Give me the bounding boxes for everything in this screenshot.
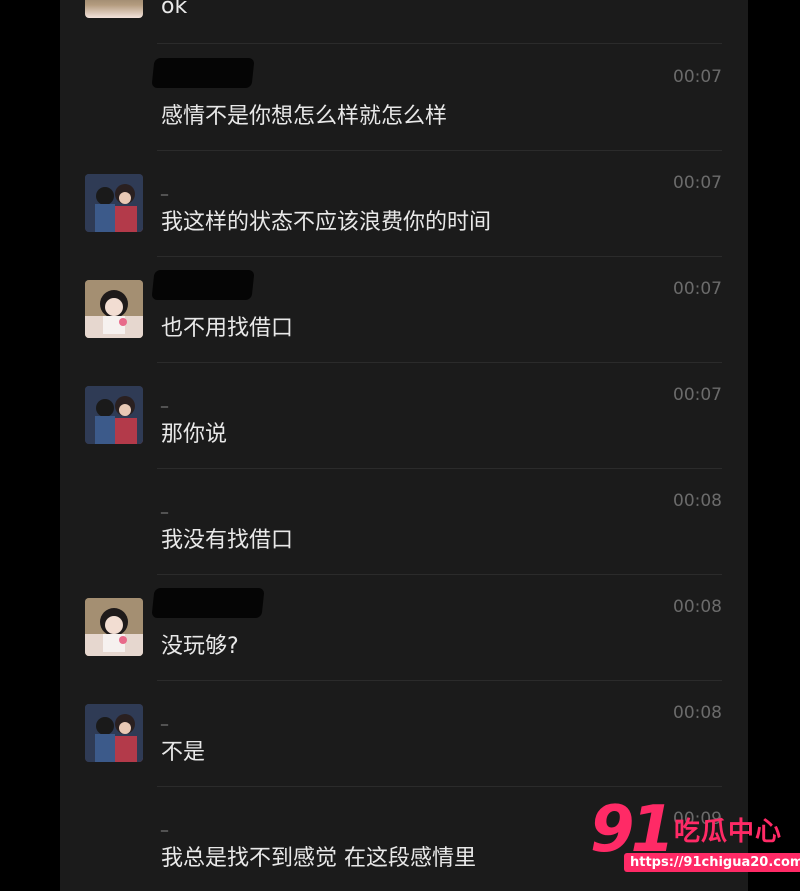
avatar-photo <box>85 280 143 338</box>
avatar-photo <box>85 598 143 656</box>
message-text: 没玩够? <box>161 634 239 659</box>
redacted-name <box>151 270 255 300</box>
message-text: ok <box>161 0 188 19</box>
sender-name: _ <box>161 816 168 832</box>
redacted-name <box>151 588 265 618</box>
message-row[interactable]: 00:07 也不用找借口 <box>60 256 748 362</box>
message-text: 也不用找借口 <box>161 316 294 341</box>
avatar[interactable] <box>85 704 143 762</box>
avatar[interactable] <box>85 174 143 232</box>
sender-name: _ <box>161 180 168 196</box>
sender-name: _ <box>161 710 168 726</box>
avatar[interactable] <box>85 280 143 338</box>
message-row[interactable]: 00:07 感情不是你想怎么样就怎么样 <box>60 44 748 150</box>
message-time: 00:07 <box>673 67 722 87</box>
avatar[interactable] <box>85 598 143 656</box>
avatar-photo <box>85 386 143 444</box>
watermark-url: https://91chigua20.com <box>624 853 800 872</box>
avatar[interactable] <box>85 0 143 18</box>
sender-name: _ <box>161 498 168 514</box>
watermark-brand: 吃瓜中心 <box>674 817 783 847</box>
sender-name: _ <box>161 392 168 408</box>
message-time: 00:08 <box>673 597 722 617</box>
message-time: 00:07 <box>673 279 722 299</box>
avatar[interactable] <box>85 386 143 444</box>
message-row[interactable]: _ 00:08 我没有找借口 <box>60 468 748 574</box>
avatar-photo <box>85 704 143 762</box>
message-time: 00:07 <box>673 385 722 405</box>
message-time: 00:08 <box>673 491 722 511</box>
message-time: 00:08 <box>673 703 722 723</box>
message-text: 我这样的状态不应该浪费你的时间 <box>161 210 492 235</box>
message-time: 00:07 <box>673 173 722 193</box>
message-row[interactable]: _ 00:08 不是 <box>60 680 748 786</box>
message-row[interactable]: _ 00:07 那你说 <box>60 362 748 468</box>
message-text: 感情不是你想怎么样就怎么样 <box>161 104 448 129</box>
message-row[interactable]: _ 00:07 我这样的状态不应该浪费你的时间 <box>60 150 748 256</box>
avatar-photo <box>85 174 143 232</box>
message-text: 我没有找借口 <box>161 528 294 553</box>
watermark-logo: 91 吃瓜中心 https://91chigua20.com <box>590 793 800 881</box>
message-text: 不是 <box>161 740 206 765</box>
redacted-name <box>151 58 255 88</box>
message-row[interactable]: 00:08 没玩够? <box>60 574 748 680</box>
chat-history-panel: ok 00:07 感情不是你想怎么样就怎么样 _ 00:07 我这样的状态不应该… <box>60 0 748 891</box>
message-text: 我总是找不到感觉 在这段感情里 <box>161 846 476 871</box>
message-row[interactable]: ok <box>60 0 748 36</box>
message-text: 那你说 <box>161 422 228 447</box>
